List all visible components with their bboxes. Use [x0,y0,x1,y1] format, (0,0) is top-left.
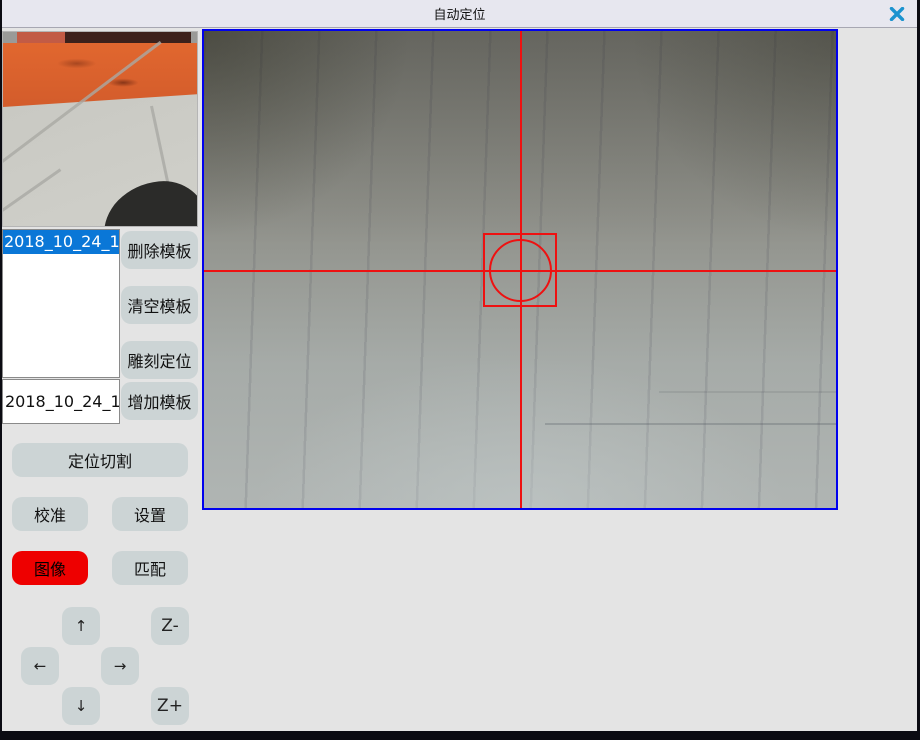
thumbnail-tile-grout [2,168,61,216]
image-button[interactable]: 图像 [12,551,88,585]
camera-view[interactable] [202,29,838,510]
jog-z-minus-button[interactable]: Z- [151,607,189,645]
jog-z-plus-button[interactable]: Z+ [151,687,189,725]
jog-right-button[interactable]: → [101,647,139,685]
close-button[interactable] [885,3,909,25]
jog-down-button[interactable]: ↓ [62,687,100,725]
target-circle-overlay [489,239,552,302]
window-title: 自动定位 [433,4,485,23]
camera-tile-line [659,391,836,393]
settings-button[interactable]: 设置 [112,497,188,531]
thumbnail-orange-band [3,43,197,107]
delete-template-button[interactable]: 删除模板 [121,231,198,269]
jog-up-button[interactable]: ↑ [62,607,100,645]
template-thumbnail [2,31,198,227]
thumbnail-strip-dark [65,32,191,43]
titlebar: 自动定位 [2,0,917,28]
clear-templates-button[interactable]: 清空模板 [121,286,198,324]
position-cut-button[interactable]: 定位切割 [12,443,188,477]
close-icon [889,7,905,21]
engrave-position-button[interactable]: 雕刻定位 [121,341,198,379]
camera-tile-line [545,423,836,425]
calibrate-button[interactable]: 校准 [12,497,88,531]
auto-position-window: 自动定位 2018_10_24_11 删除模板 清空模板 雕刻定位 增加模板 定… [2,0,917,731]
template-name-input[interactable] [2,379,120,424]
jog-left-button[interactable]: ← [21,647,59,685]
add-template-button[interactable]: 增加模板 [121,382,198,420]
thumbnail-dark-object [99,177,198,227]
template-list[interactable]: 2018_10_24_11 [2,229,120,378]
thumbnail-strip-red [17,32,65,43]
match-button[interactable]: 匹配 [112,551,188,585]
template-list-item[interactable]: 2018_10_24_11 [3,230,119,254]
